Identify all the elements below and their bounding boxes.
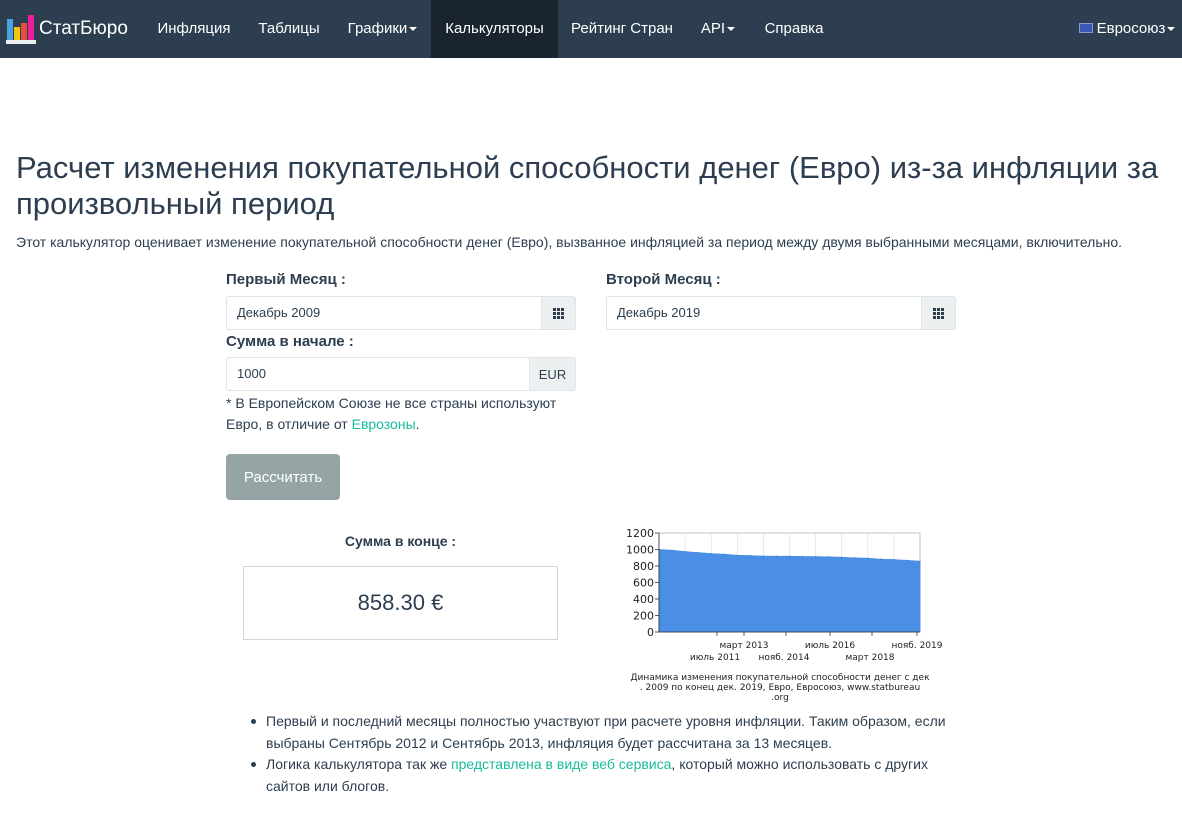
caret-down-icon <box>409 27 418 32</box>
x-tick-label: нояб. 2019 <box>892 641 943 651</box>
nav-item-label: Графики <box>347 20 408 37</box>
chart-caption: . 2009 по конец дек. 2019, Евро, Евросою… <box>640 683 920 693</box>
chart-point <box>671 549 673 551</box>
region-label: Евросоюз <box>1096 20 1166 37</box>
y-tick-label: 1200 <box>626 527 654 540</box>
chart-point <box>684 551 686 553</box>
eurozone-link[interactable]: Еврозоны <box>352 416 416 432</box>
eu-flag-icon <box>1078 23 1093 34</box>
chart-point <box>867 557 869 559</box>
chart-point <box>854 557 856 559</box>
result-value: 858.30 € <box>243 566 558 640</box>
chart-point <box>710 553 712 555</box>
bullet-text: Логика калькулятора так же <box>266 756 448 772</box>
calendar-grid-icon <box>933 307 944 319</box>
nav-item-inflation[interactable]: Инфляция <box>144 0 244 58</box>
chart-caption: .org <box>771 693 789 703</box>
nav-item-label: API <box>700 20 726 37</box>
calculate-button[interactable]: Рассчитать <box>226 454 340 500</box>
chart-area-series <box>658 549 921 633</box>
notes-list: Первый и последний месяцы полностью учас… <box>248 711 968 797</box>
x-tick-label: нояб. 2014 <box>759 653 810 663</box>
nav-item-help[interactable]: Справка <box>750 0 838 58</box>
first-month-group: Декабрь 2009 <box>226 296 576 330</box>
nav-item-label: Калькуляторы <box>445 20 544 37</box>
list-item: Логика калькулятора так же представлена … <box>248 754 968 797</box>
chart-svg: 0 200 400 600 800 1000 1200 июль 2011 нояб. 2014… <box>626 527 943 703</box>
nav-item-label: Инфляция <box>157 20 231 37</box>
x-tick-label: июль 2011 <box>690 653 740 663</box>
web-service-link[interactable]: представлена в виде веб сервиса <box>451 756 671 772</box>
amount-label: Сумма в начале : <box>226 333 354 350</box>
nav-item-country-rating[interactable]: Рейтинг Стран <box>558 0 686 58</box>
chart-point <box>828 556 830 558</box>
chart-point <box>723 553 725 555</box>
first-month-label: Первый Месяц : <box>226 271 346 288</box>
eurozone-note: * В Европейском Союзе не все страны испо… <box>226 393 586 435</box>
chart-point <box>815 556 817 558</box>
nav-item-api-dropdown[interactable]: API <box>686 0 750 58</box>
nav-item-label: Справка <box>764 20 824 37</box>
amount-group: 1000 EUR <box>226 357 576 391</box>
chart-point <box>893 559 895 561</box>
calendar-grid-icon <box>553 307 564 319</box>
second-month-picker-button[interactable] <box>922 296 956 330</box>
caret-down-icon <box>727 27 736 32</box>
chart-point <box>788 555 791 557</box>
list-item: Первый и последний месяцы полностью учас… <box>248 711 968 754</box>
first-month-input[interactable]: Декабрь 2009 <box>226 296 542 330</box>
x-tick-label: март 2018 <box>845 653 894 663</box>
nav-item-calculators[interactable]: Калькуляторы <box>431 0 558 58</box>
x-tick-label: март 2013 <box>719 641 768 651</box>
first-month-picker-button[interactable] <box>542 296 576 330</box>
y-tick-label: 400 <box>633 593 654 606</box>
y-tick-label: 600 <box>633 577 654 590</box>
nav-item-tables[interactable]: Таблицы <box>244 0 334 58</box>
region-selector-dropdown[interactable]: Евросоюз <box>1072 0 1182 58</box>
y-tick-label: 1000 <box>626 544 654 557</box>
bullet-text: Первый и последний месяцы полностью учас… <box>266 713 946 751</box>
chart-point <box>775 555 777 557</box>
currency-addon: EUR <box>530 357 576 391</box>
page-intro: Этот калькулятор оценивает изменение пок… <box>16 234 1123 250</box>
chart-point <box>919 560 921 562</box>
chart-point <box>906 559 908 561</box>
chart-point <box>736 554 738 556</box>
chart-point <box>697 552 699 554</box>
chart-point <box>802 555 804 558</box>
second-month-group: Декабрь 2019 <box>606 296 956 330</box>
caret-down-icon <box>1167 27 1176 32</box>
amount-input[interactable]: 1000 <box>226 357 530 391</box>
result-label: Сумма в конце : <box>344 533 457 549</box>
page-title: Расчет изменения покупательной способнос… <box>16 150 1159 221</box>
second-month-input[interactable]: Декабрь 2019 <box>606 296 922 330</box>
chart-caption: Динамика изменения покупательной способн… <box>630 673 930 683</box>
y-tick-label: 0 <box>647 626 654 639</box>
y-tick-label: 800 <box>633 560 654 573</box>
nav-item-label: Рейтинг Стран <box>571 20 673 37</box>
statbureau-logo-icon <box>6 14 36 44</box>
top-navbar: СтатБюро Инфляция Таблицы Графики Кальку… <box>0 0 1182 58</box>
note-end: . <box>415 416 420 432</box>
nav-item-label: Таблицы <box>258 20 320 37</box>
brand-name: СтатБюро <box>39 18 128 39</box>
chart-point <box>880 558 882 560</box>
chart-point <box>841 556 843 558</box>
chart-point <box>762 555 764 557</box>
chart-point <box>749 555 751 557</box>
purchasing-power-chart: 0 200 400 600 800 1000 1200 июль 2011 нояб. 2014… <box>614 524 954 709</box>
y-tick-label: 200 <box>633 610 654 623</box>
brand-link[interactable]: СтатБюро <box>6 0 128 58</box>
x-tick-label: июль 2016 <box>805 641 856 651</box>
nav-item-charts-dropdown[interactable]: Графики <box>334 0 431 58</box>
second-month-label: Второй Месяц : <box>606 271 721 288</box>
